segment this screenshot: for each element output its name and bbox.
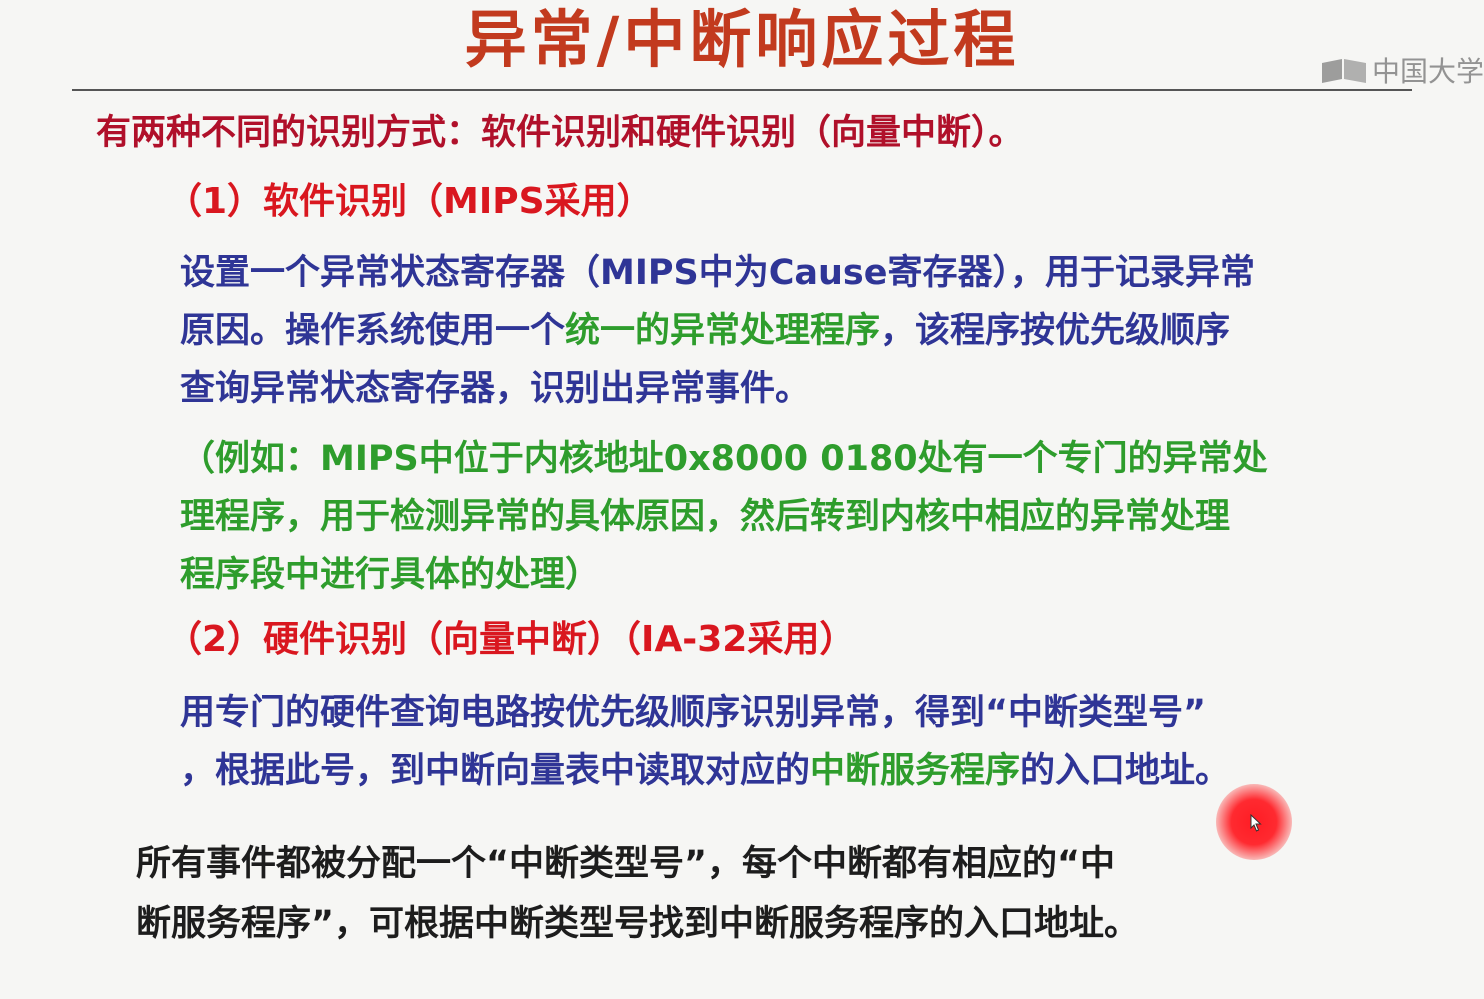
example-line3: 程序段中进行具体的处理） — [180, 555, 601, 595]
section2-heading: （2）硬件识别（向量中断）（IA-32采用） — [166, 619, 856, 660]
summary-text: 所有事件都被分配一个“中断类型号”，每个中断都有相应的“中 断服务程序”，可根据… — [136, 834, 1139, 954]
summary-line2: 断服务程序”，可根据中断类型号找到中断服务程序的入口地址。 — [136, 904, 1140, 944]
summary-line1: 所有事件都被分配一个“中断类型号”，每个中断都有相应的“中 — [136, 844, 1116, 884]
section1-line3: 查询异常状态寄存器，识别出异常事件。 — [180, 369, 811, 409]
title-divider — [72, 89, 1412, 91]
section2-line2: ，根据此号，到中断向量表中读取对应的中断服务程序的入口地址。 — [180, 742, 1230, 800]
slide-title: 异常/中断响应过程 — [464, 3, 1020, 76]
slide: 异常/中断响应过程 中国大学 有两种不同的识别方式：软件识别和硬件识别（向量中断… — [0, 0, 1484, 999]
intro-text: 有两种不同的识别方式：软件识别和硬件识别（向量中断）。 — [96, 113, 1024, 153]
example-line1: （例如：MIPS中位于内核地址0x8000 0180处有一个专门的异常处 — [180, 439, 1268, 479]
section1-line2: 原因。操作系统使用一个统一的异常处理程序，该程序按优先级顺序 — [180, 302, 1255, 360]
section1-body: 设置一个异常状态寄存器（MIPS中为Cause寄存器），用于记录异常 原因。操作… — [180, 244, 1255, 418]
example-line2: 理程序，用于检测异常的具体原因，然后转到内核中相应的异常处理 — [180, 497, 1231, 537]
mouse-cursor-icon — [1250, 814, 1262, 832]
section2-line2-c: 的入口地址。 — [1020, 751, 1231, 791]
section2-line1: 用专门的硬件查询电路按优先级顺序识别异常，得到“中断类型号” — [180, 693, 1207, 733]
mooc-logo-icon — [1320, 55, 1368, 85]
isr-highlight: 中断服务程序 — [810, 751, 1021, 791]
section1-line1: 设置一个异常状态寄存器（MIPS中为Cause寄存器），用于记录异常 — [180, 253, 1256, 293]
section2-body: 用专门的硬件查询电路按优先级顺序识别异常，得到“中断类型号” ，根据此号，到中断… — [180, 684, 1230, 800]
unified-handler-highlight: 统一的异常处理程序 — [565, 311, 881, 351]
watermark-text: 中国大学 — [1372, 55, 1484, 88]
section1-line2-c: ，该程序按优先级顺序 — [880, 311, 1231, 351]
watermark: 中国大学 — [1320, 52, 1484, 88]
section1-example: （例如：MIPS中位于内核地址0x8000 0180处有一个专门的异常处 理程序… — [180, 430, 1268, 604]
section1-line2-a: 原因。操作系统使用一个 — [180, 311, 566, 351]
section1-heading: （1）软件识别（MIPS采用） — [166, 181, 653, 222]
section2-line2-a: ，根据此号，到中断向量表中读取对应的 — [180, 751, 811, 791]
